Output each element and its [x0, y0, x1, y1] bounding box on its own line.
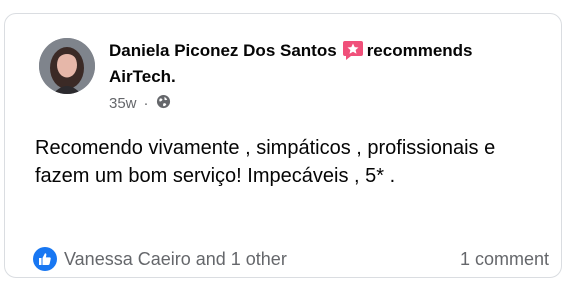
post-text: Recomendo vivamente , simpáticos , profi… — [35, 137, 496, 187]
separator-dot: · — [143, 95, 149, 112]
post-card: Daniela Piconez Dos Santos recommends AirT… — [4, 13, 562, 278]
like-icon[interactable] — [33, 247, 57, 271]
post-meta: 35w · — [109, 94, 171, 114]
globe-icon[interactable] — [156, 94, 171, 114]
author-name[interactable]: Daniela Piconez Dos Santos — [109, 41, 337, 60]
post-footer: Vanessa Caeiro and 1 other 1 comment — [33, 247, 549, 271]
recommend-star-icon — [342, 39, 364, 61]
avatar[interactable] — [39, 38, 95, 94]
comments-link[interactable]: 1 comment — [460, 249, 549, 269]
action-text: recommends — [366, 41, 473, 60]
timestamp[interactable]: 35w — [109, 95, 137, 113]
reactors-link[interactable]: Vanessa Caeiro and 1 other — [64, 249, 287, 269]
page-name[interactable]: AirTech. — [109, 67, 176, 86]
post-header: Daniela Piconez Dos Santos recommends AirT… — [109, 38, 539, 90]
